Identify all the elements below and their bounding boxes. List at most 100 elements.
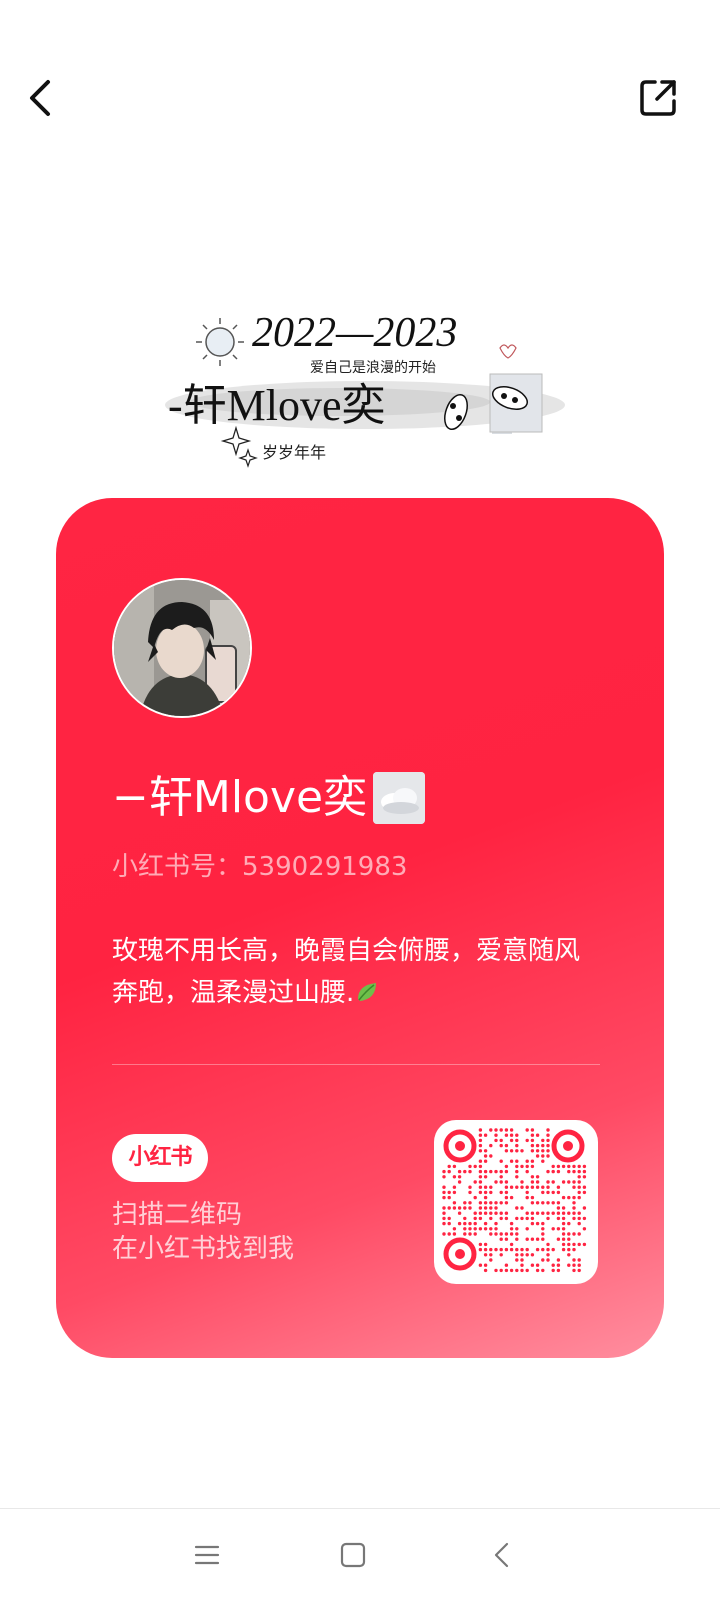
qr-dot bbox=[525, 1253, 529, 1257]
qr-dot bbox=[515, 1175, 519, 1179]
qr-dot bbox=[463, 1206, 467, 1210]
qr-dot bbox=[567, 1164, 571, 1169]
qr-dot bbox=[520, 1263, 524, 1267]
qr-dot bbox=[478, 1211, 483, 1215]
qr-dot bbox=[442, 1185, 446, 1189]
qr-dot bbox=[561, 1211, 566, 1215]
qr-dot bbox=[551, 1263, 555, 1267]
square-home-icon bbox=[340, 1542, 366, 1568]
qr-dot bbox=[572, 1211, 576, 1215]
qr-dot bbox=[483, 1263, 488, 1267]
qr-dot bbox=[546, 1216, 550, 1221]
leaf-emoji-icon bbox=[354, 976, 380, 1002]
qr-dot bbox=[447, 1221, 451, 1226]
qr-dot bbox=[577, 1164, 581, 1169]
qr-dot bbox=[452, 1232, 457, 1236]
qr-dot bbox=[530, 1133, 535, 1137]
qr-dot bbox=[483, 1149, 488, 1153]
qr-dot bbox=[572, 1195, 576, 1200]
qr-dot bbox=[463, 1216, 467, 1221]
qr-dot bbox=[561, 1237, 566, 1241]
nav-home-button[interactable] bbox=[329, 1531, 377, 1579]
qr-dot bbox=[478, 1128, 483, 1132]
qr-dot bbox=[489, 1201, 493, 1205]
qr-dot bbox=[515, 1216, 519, 1221]
qr-dot bbox=[494, 1169, 498, 1174]
qr-dot bbox=[546, 1190, 550, 1195]
qr-dot bbox=[572, 1232, 576, 1236]
qr-dot bbox=[561, 1195, 566, 1200]
qr-dot bbox=[463, 1227, 467, 1231]
qr-dot bbox=[468, 1221, 472, 1226]
qr-dot bbox=[530, 1216, 535, 1221]
qr-dot bbox=[489, 1227, 493, 1231]
qr-code[interactable] bbox=[434, 1120, 598, 1284]
qr-dot bbox=[494, 1232, 498, 1236]
qr-dot bbox=[546, 1201, 550, 1205]
qr-dot bbox=[572, 1242, 576, 1247]
qr-dot bbox=[509, 1195, 514, 1200]
qr-dot bbox=[483, 1185, 488, 1189]
qr-dot bbox=[442, 1221, 446, 1226]
qr-dot bbox=[541, 1159, 545, 1163]
qr-dot bbox=[504, 1164, 509, 1169]
cloud-emoji-icon bbox=[373, 772, 426, 824]
qr-dot bbox=[463, 1232, 467, 1236]
share-button[interactable] bbox=[634, 74, 682, 122]
qr-dot bbox=[577, 1175, 581, 1179]
qr-dot bbox=[499, 1143, 503, 1148]
qr-dot bbox=[541, 1201, 545, 1205]
qr-dot bbox=[525, 1195, 529, 1200]
qr-dot bbox=[541, 1211, 545, 1215]
nav-menu-button[interactable] bbox=[183, 1531, 231, 1579]
qr-dot bbox=[535, 1143, 540, 1148]
qr-dot bbox=[577, 1211, 581, 1215]
qr-dot bbox=[577, 1268, 581, 1273]
qr-dot bbox=[504, 1211, 509, 1215]
qr-dot bbox=[546, 1149, 550, 1153]
qr-dot bbox=[541, 1258, 545, 1262]
qr-dot bbox=[509, 1138, 514, 1143]
qr-dot bbox=[535, 1221, 540, 1226]
qr-dot bbox=[452, 1227, 457, 1231]
qr-dot bbox=[577, 1169, 581, 1174]
qr-dot bbox=[525, 1128, 529, 1132]
qr-dot bbox=[478, 1247, 483, 1252]
qr-dot bbox=[541, 1154, 545, 1158]
qr-dot bbox=[489, 1206, 493, 1210]
qr-dot bbox=[541, 1185, 545, 1189]
qr-dot bbox=[567, 1169, 571, 1174]
qr-dot bbox=[478, 1190, 483, 1195]
qr-dot bbox=[442, 1195, 446, 1200]
qr-dot bbox=[567, 1247, 571, 1252]
qr-dot bbox=[483, 1159, 488, 1163]
qr-dot bbox=[577, 1190, 581, 1195]
qr-dot bbox=[541, 1143, 545, 1148]
qr-dot bbox=[483, 1221, 488, 1226]
qr-dot bbox=[567, 1211, 571, 1215]
qr-dot bbox=[572, 1247, 576, 1252]
qr-dot bbox=[499, 1169, 503, 1174]
qr-dot bbox=[535, 1154, 540, 1158]
qr-finder-top-right bbox=[551, 1129, 585, 1163]
qr-dot bbox=[442, 1206, 446, 1210]
qr-dot bbox=[525, 1190, 529, 1195]
qr-dot bbox=[468, 1185, 472, 1189]
qr-dot bbox=[494, 1128, 498, 1132]
qr-dot bbox=[582, 1164, 587, 1169]
qr-dot bbox=[561, 1221, 566, 1226]
qr-dot bbox=[530, 1211, 535, 1215]
qr-dot bbox=[535, 1247, 540, 1252]
back-button[interactable] bbox=[18, 72, 62, 124]
profile-banner-image: 2022—2023 爱自己是浪漫的开始 -轩Mlove奕 岁岁年年 bbox=[160, 300, 580, 480]
qr-dot bbox=[567, 1253, 571, 1257]
banner-name: -轩Mlove奕 bbox=[168, 381, 386, 430]
qr-dot bbox=[489, 1258, 493, 1262]
nav-back-button[interactable] bbox=[478, 1531, 526, 1579]
qr-dot bbox=[442, 1216, 446, 1221]
qr-dot bbox=[546, 1128, 550, 1132]
banner-subtitle: 爱自己是浪漫的开始 bbox=[310, 360, 436, 376]
qr-dot bbox=[551, 1164, 555, 1169]
qr-dot bbox=[473, 1180, 477, 1184]
qr-dot bbox=[442, 1175, 446, 1179]
